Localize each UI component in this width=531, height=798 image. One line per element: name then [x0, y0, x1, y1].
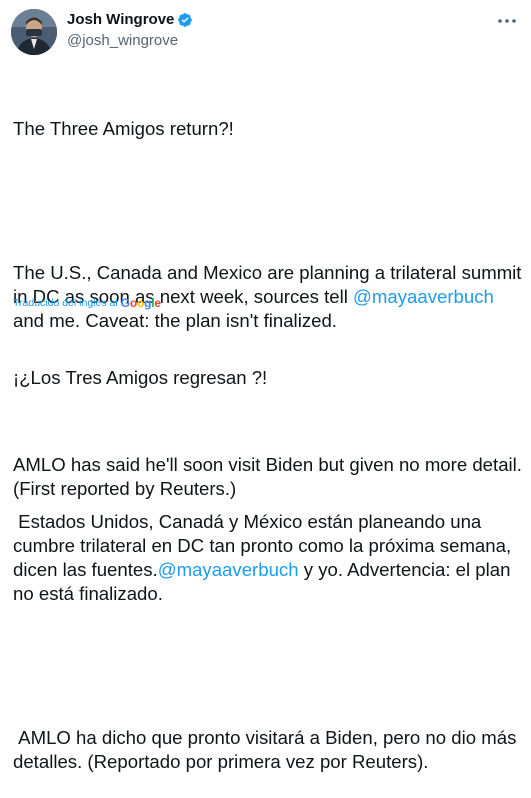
author-display-name[interactable]: Josh Wingrove — [67, 11, 174, 28]
mention-link[interactable]: @mayaaverbuch — [353, 286, 494, 307]
translated-paragraph-spacer — [13, 438, 523, 462]
translation-label: Traducido del inglés al — [13, 297, 118, 309]
google-logo-icon: Google — [120, 296, 161, 310]
translated-paragraph-3: AMLO ha dicho que pronto visitará a Bide… — [13, 727, 522, 772]
avatar[interactable] — [11, 9, 57, 55]
tweet-paragraph-1: The Three Amigos return?! — [13, 118, 234, 139]
tweet-header: Josh Wingrove @josh_wingrove — [11, 9, 521, 55]
translated-text: ¡¿Los Tres Amigos regresan ?! Estados Un… — [13, 318, 523, 798]
translated-paragraph-spacer — [13, 654, 523, 678]
translation-attribution[interactable]: Traducido del inglés al Google — [13, 296, 161, 310]
author-handle[interactable]: @josh_wingrove — [67, 32, 178, 49]
tweet-paragraph-spacer — [13, 189, 523, 213]
translated-paragraph-1: ¡¿Los Tres Amigos regresan ?! — [13, 367, 268, 388]
translated-paragraph-2: Estados Unidos, Canadá y México están pl… — [13, 510, 523, 606]
more-options-icon[interactable] — [495, 13, 519, 29]
verified-badge-icon — [177, 12, 193, 28]
translated-mention-link[interactable]: @mayaaverbuch — [158, 559, 299, 580]
